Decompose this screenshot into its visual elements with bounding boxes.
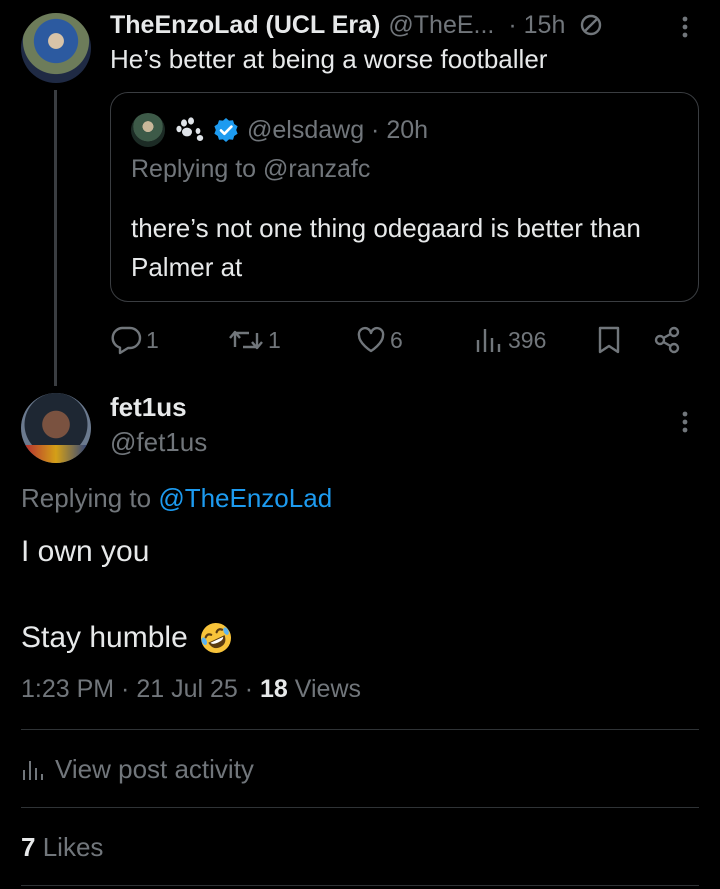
more-options-icon[interactable] (670, 12, 700, 42)
display-name[interactable]: TheEnzoLad (UCL Era) (110, 11, 380, 40)
quoted-replying-to: Replying to @ranzafc (131, 155, 371, 183)
handle[interactable]: @TheE... (388, 11, 494, 40)
tweet-text: Stay humble (21, 621, 188, 654)
like-button[interactable]: 6 (356, 322, 403, 358)
views-button[interactable]: 396 (474, 322, 546, 358)
rofl-emoji-icon (198, 620, 234, 656)
tweet-text-line: I own you (21, 535, 150, 568)
tweet-actions: 1 1 6 396 (110, 322, 690, 358)
divider (21, 807, 699, 808)
replying-to-label: Replying to (21, 483, 152, 513)
likes-count: 7 (21, 832, 36, 862)
more-options-icon[interactable] (670, 407, 700, 437)
verified-badge-icon (213, 117, 239, 143)
reply-button[interactable]: 1 (110, 322, 159, 358)
reply-icon (111, 326, 142, 355)
quoted-tweet[interactable]: @elsdawg · 20h Replying to @ranzafc ther… (110, 92, 699, 302)
avatar[interactable] (21, 13, 91, 83)
likes-label: Likes (42, 832, 104, 862)
views-count: 18 (260, 675, 288, 703)
paw-emoji-icon (175, 117, 205, 143)
repost-count: 1 (268, 326, 281, 353)
reply-count: 1 (146, 326, 159, 353)
divider (21, 729, 699, 730)
heart-icon (357, 326, 385, 353)
replying-to: Replying to @TheEnzoLad (21, 483, 332, 514)
view-post-activity-label: View post activity (55, 754, 254, 784)
timestamp[interactable]: · 15h (508, 11, 565, 40)
tweet-meta: 1:23 PM · 21 Jul 25 · 18 Views (21, 675, 361, 704)
quoted-tweet-text: there’s not one thing odegaard is better… (131, 213, 641, 282)
bookmark-icon (598, 326, 620, 354)
thread-line (54, 90, 57, 386)
view-post-activity-button[interactable]: View post activity (21, 754, 254, 785)
views-chart-icon (23, 760, 43, 780)
views-label: Views (294, 675, 362, 703)
divider (21, 885, 699, 886)
like-count: 6 (390, 326, 403, 353)
repost-button[interactable]: 1 (228, 322, 281, 358)
avatar-shirt (21, 445, 91, 463)
tweet-text: He’s better at being a worse footballer (110, 44, 548, 74)
parent-tweet-header: TheEnzoLad (UCL Era) @TheE... · 15h (110, 8, 670, 42)
mention-link[interactable]: @TheEnzoLad (158, 483, 332, 513)
views-chart-icon (476, 329, 501, 352)
avatar[interactable] (21, 393, 91, 463)
share-button[interactable] (652, 322, 682, 358)
share-icon (654, 326, 680, 354)
likes-summary[interactable]: 7 Likes (21, 832, 103, 863)
display-name[interactable]: fet1us (110, 392, 187, 423)
timestamp[interactable]: 1:23 PM · 21 Jul 25 · (21, 675, 260, 703)
handle[interactable]: @fet1us (110, 427, 207, 458)
view-count: 396 (508, 326, 547, 353)
tweet-text-line: Stay humble (21, 620, 234, 656)
no-entry-icon (579, 13, 603, 37)
quoted-tweet-header: @elsdawg · 20h (131, 113, 428, 147)
avatar (131, 113, 165, 147)
bookmark-button[interactable] (596, 322, 622, 358)
repost-icon (229, 330, 263, 350)
quoted-handle-time: @elsdawg · 20h (247, 115, 429, 144)
